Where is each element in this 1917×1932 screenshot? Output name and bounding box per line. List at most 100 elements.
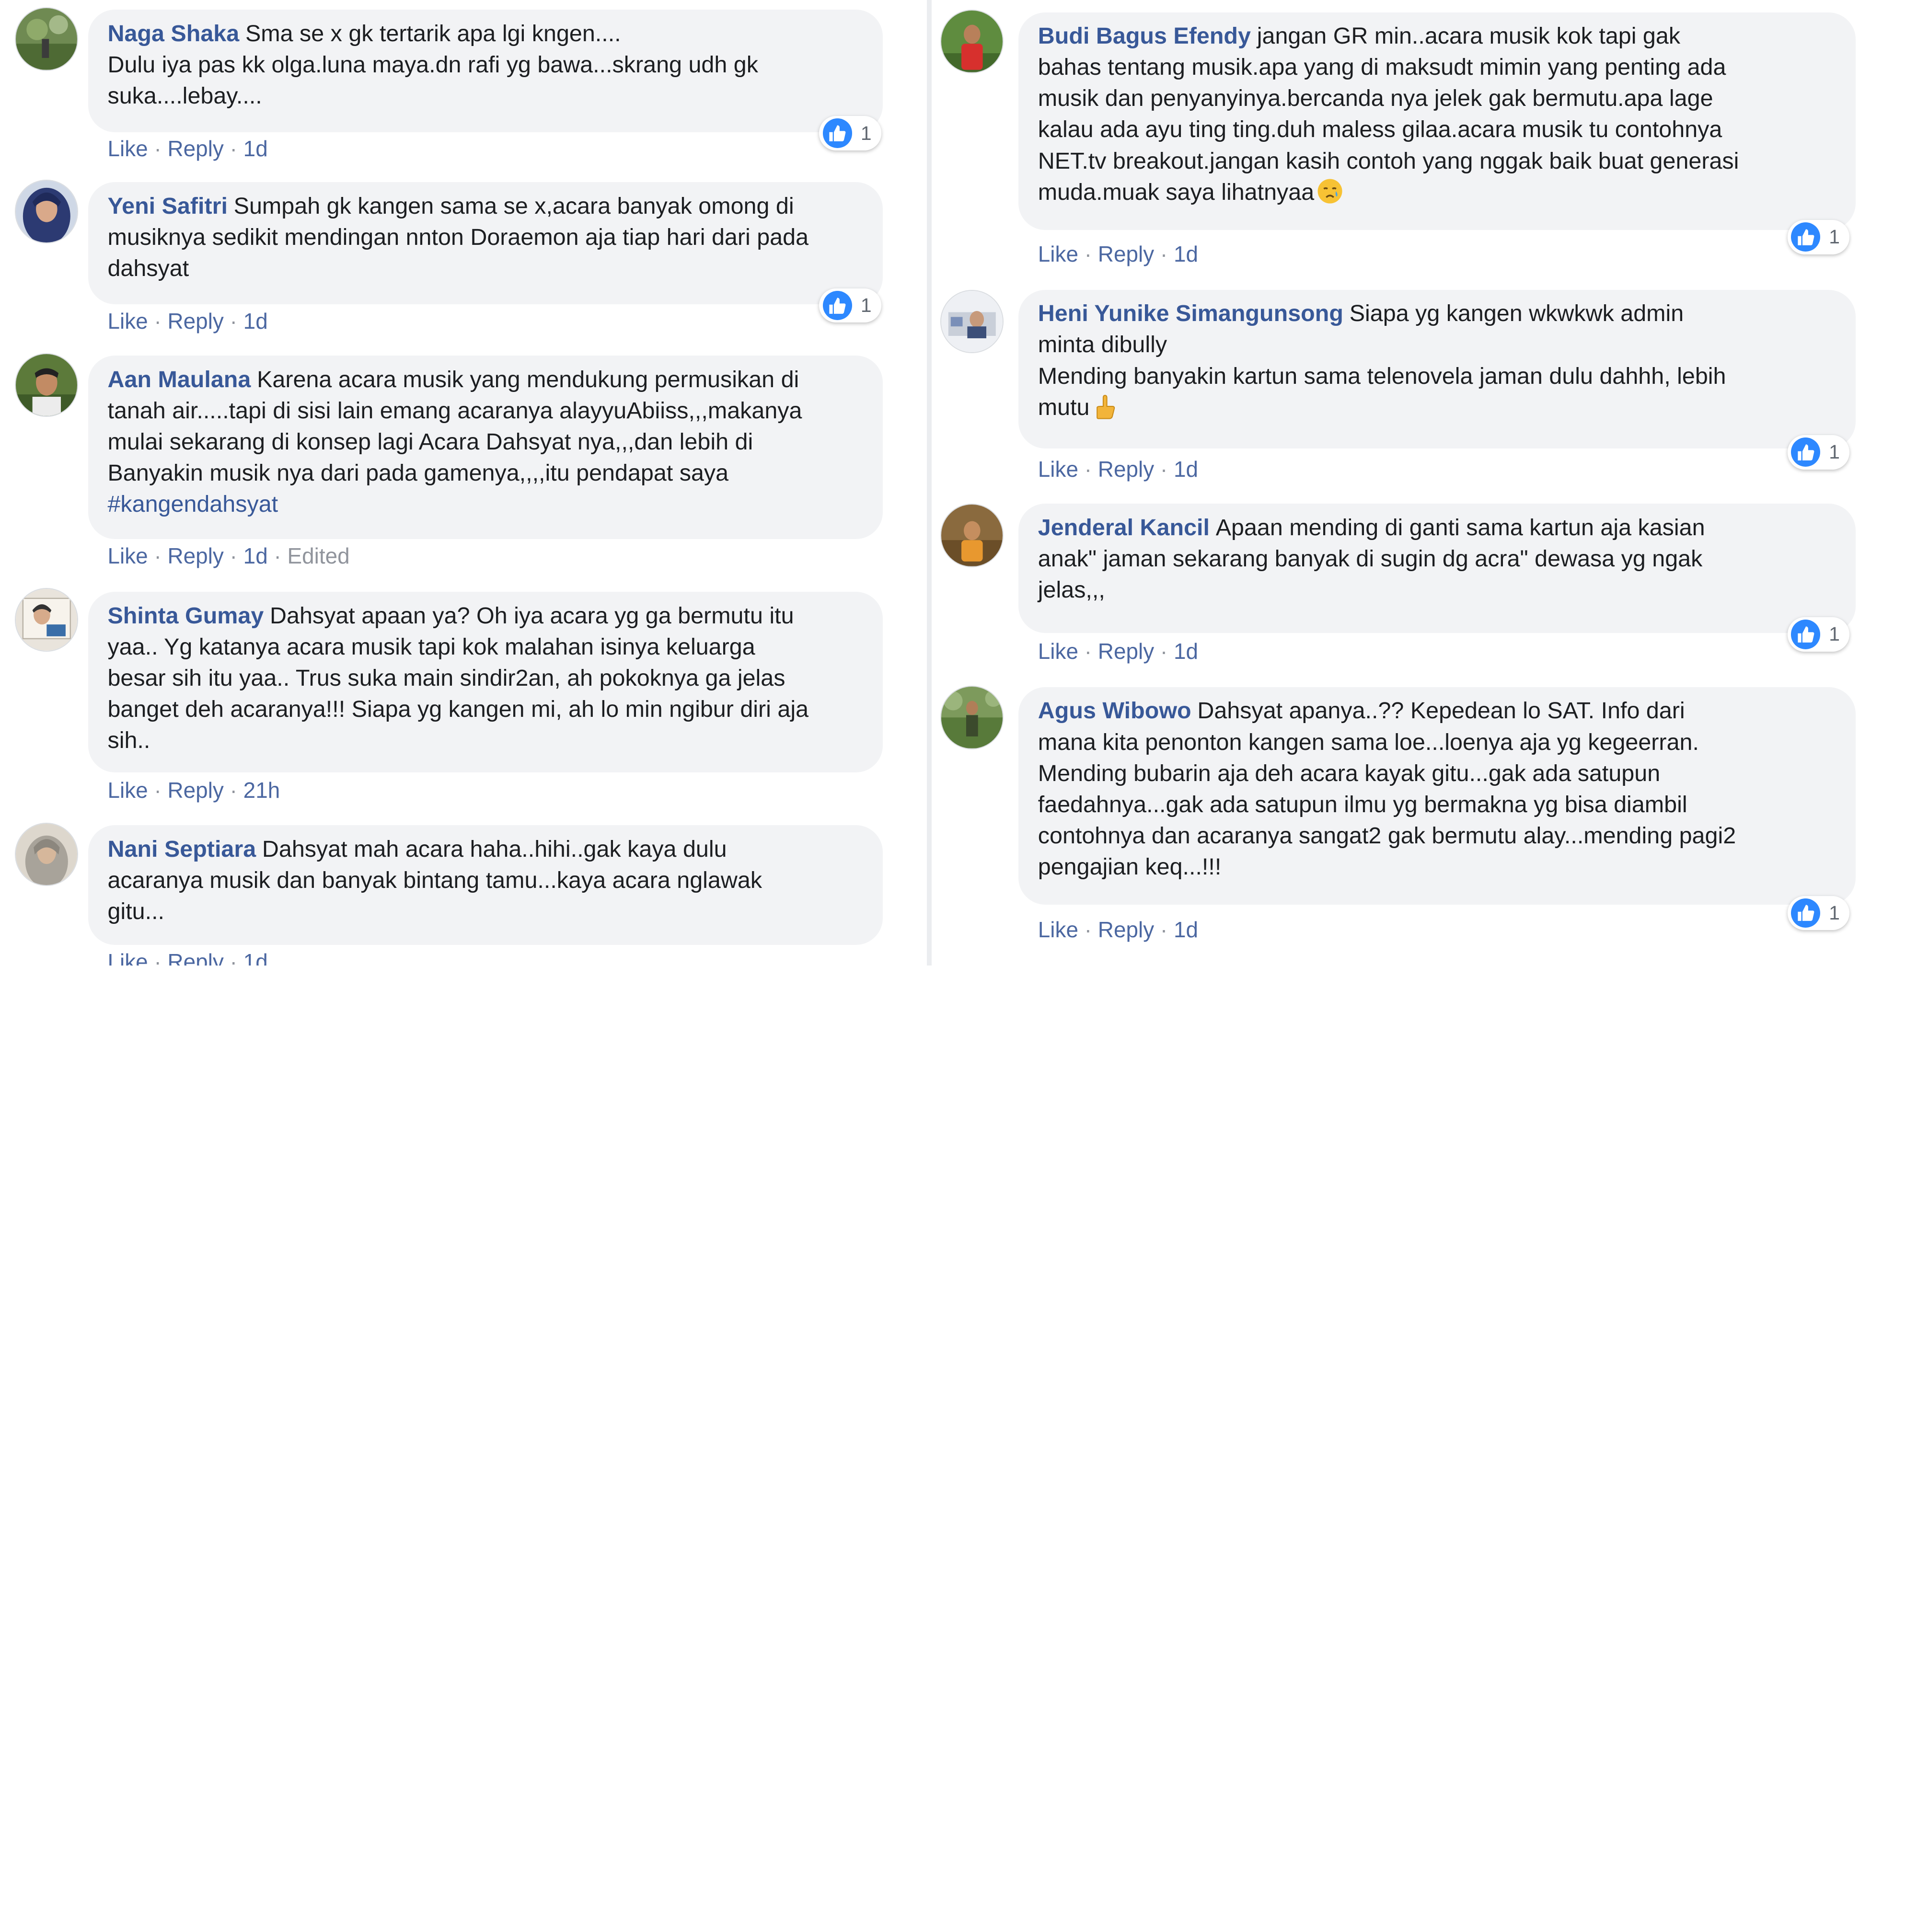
- comment-text-line: mulai sekarang di konsep lagi Acara Dahs…: [107, 429, 753, 455]
- comment-text-line: dahsyat: [107, 255, 189, 282]
- reply-link[interactable]: Reply: [168, 136, 224, 161]
- timestamp[interactable]: 21h: [243, 778, 280, 803]
- like-link[interactable]: Like: [1038, 917, 1078, 942]
- avatar-photo-icon: [941, 290, 1003, 353]
- comment-text-line: yaa.. Yg katanya acara musik tapi kok ma…: [107, 633, 755, 660]
- reply-link[interactable]: Reply: [1098, 639, 1154, 664]
- timestamp[interactable]: 1d: [1174, 457, 1198, 482]
- comment-author[interactable]: Jenderal Kancil: [1038, 515, 1210, 540]
- edited-label[interactable]: Edited: [288, 543, 350, 568]
- comment-author[interactable]: Yeni Safitri: [107, 193, 227, 219]
- avatar-photo-icon: [15, 180, 78, 242]
- thumbs-up-icon: [1791, 898, 1821, 928]
- comment-text-line: Siapa yg kangen wkwkwk admin: [1349, 300, 1684, 327]
- timestamp[interactable]: 1d: [1174, 917, 1198, 942]
- comment-text-line: musiknya sedikit mendingan nnton Doraemo…: [107, 224, 809, 250]
- comment-actions: Like · Reply · 1d: [107, 949, 267, 966]
- comment-text-line: muda.muak saya lihatnyaa: [1038, 179, 1315, 205]
- avatar[interactable]: [14, 353, 79, 417]
- comment-text-line: besar sih itu yaa.. Trus suka main sindi…: [107, 665, 785, 691]
- reply-link[interactable]: Reply: [1098, 917, 1154, 942]
- comment-item: Jenderal Kancil Apaan mending di ganti sa…: [932, 494, 1917, 675]
- comment-bubble: Nani Septiara Dahsyat mah acara haha..hih…: [88, 825, 883, 945]
- comment-author[interactable]: Naga Shaka: [107, 21, 239, 46]
- pointing-hand-icon: [1092, 393, 1119, 420]
- avatar-photo-icon: [15, 8, 78, 70]
- reaction-count[interactable]: 1: [1787, 220, 1850, 254]
- comment-author[interactable]: Nani Septiara: [107, 836, 256, 862]
- avatar[interactable]: [940, 289, 1004, 354]
- comment-author[interactable]: Agus Wibowo: [1038, 698, 1191, 724]
- comment-item: Shinta Gumay Dahsyat apaan ya? Oh iya aca…: [0, 579, 927, 812]
- comment-text-line: Karena acara musik yang mendukung permus…: [257, 367, 799, 393]
- comment-item: Aan Maulana Karena acara musik yang mendu…: [0, 345, 927, 577]
- thumbs-up-icon: [822, 118, 853, 148]
- avatar[interactable]: [14, 588, 79, 652]
- crying-face-icon: [1316, 178, 1343, 205]
- timestamp[interactable]: 1d: [1174, 639, 1198, 664]
- comment-text-line: Sma se x gk tertarik apa lgi kngen....: [245, 21, 621, 47]
- thumbs-up-icon: [1791, 222, 1821, 252]
- like-link[interactable]: Like: [1038, 242, 1078, 266]
- comment-bubble: Aan Maulana Karena acara musik yang mendu…: [88, 356, 883, 539]
- comment-author[interactable]: Budi Bagus Efendy: [1038, 23, 1251, 49]
- reply-link[interactable]: Reply: [168, 949, 224, 966]
- avatar-photo-icon: [15, 589, 78, 651]
- comment-text-line: kalau ada ayu ting ting.duh maless gilaa…: [1038, 116, 1722, 143]
- left-comments-panel: Naga Shaka Sma se x gk tertarik apa lgi k…: [0, 0, 932, 966]
- comment-author[interactable]: Aan Maulana: [107, 367, 251, 392]
- comment-actions: Like · Reply · 1d: [1038, 456, 1199, 482]
- comment-text-line: Apaan mending di ganti sama kartun aja k…: [1215, 514, 1705, 540]
- comment-text-line: faedahnya...gak ada satupun ilmu yg berm…: [1038, 791, 1687, 817]
- comment-text-line: musik dan penyanyinya.bercanda nya jelek…: [1038, 85, 1713, 112]
- avatar[interactable]: [940, 686, 1004, 749]
- like-link[interactable]: Like: [107, 543, 148, 568]
- avatar[interactable]: [14, 179, 79, 243]
- reply-link[interactable]: Reply: [1098, 457, 1154, 482]
- avatar[interactable]: [940, 504, 1004, 567]
- comment-author[interactable]: Heni Yunike Simangunsong: [1038, 300, 1343, 326]
- comment-actions: Like · Reply · 1d: [1038, 241, 1199, 266]
- timestamp[interactable]: 1d: [243, 136, 268, 161]
- comment-text-line: Dahsyat apanya..?? Kepedean lo SAT. Info…: [1197, 698, 1685, 724]
- reply-link[interactable]: Reply: [168, 309, 224, 334]
- comment-author[interactable]: Shinta Gumay: [107, 603, 264, 629]
- comment-actions: Like · Reply · 1d: [1038, 638, 1199, 664]
- avatar[interactable]: [14, 822, 79, 886]
- comment-item: Budi Bagus Efendy jangan GR min..acara mu…: [932, 0, 1917, 279]
- reaction-count[interactable]: 1: [819, 116, 881, 150]
- comment-text-line: mutu: [1038, 394, 1090, 420]
- reaction-count[interactable]: 1: [1787, 896, 1850, 931]
- reply-link[interactable]: Reply: [168, 543, 224, 568]
- comment-text-line: Sumpah gk kangen sama se x,acara banyak …: [233, 193, 794, 219]
- comment-text-line: sih..: [107, 727, 150, 753]
- comment-text-line: Banyakin musik nya dari pada gamenya,,,,…: [107, 460, 729, 486]
- comment-actions: Like · Reply · 1d: [1038, 917, 1199, 943]
- avatar[interactable]: [14, 7, 79, 71]
- like-link[interactable]: Like: [107, 778, 148, 803]
- avatar[interactable]: [940, 10, 1004, 74]
- reaction-number: 1: [860, 122, 872, 144]
- reaction-number: 1: [1829, 226, 1840, 248]
- like-link[interactable]: Like: [107, 136, 148, 161]
- avatar-photo-icon: [941, 505, 1003, 566]
- avatar-photo-icon: [15, 354, 78, 416]
- reaction-count[interactable]: 1: [819, 288, 881, 323]
- reaction-count[interactable]: 1: [1787, 617, 1850, 652]
- comment-bubble: Budi Bagus Efendy jangan GR min..acara mu…: [1018, 12, 1856, 230]
- comment-actions: Like · Reply · 1d: [107, 308, 268, 334]
- timestamp[interactable]: 1d: [243, 543, 268, 568]
- comment-text-line: suka....lebay....: [107, 83, 262, 109]
- hashtag-link[interactable]: #kangendahsyat: [107, 489, 863, 520]
- like-link[interactable]: Like: [1038, 457, 1078, 482]
- reaction-count[interactable]: 1: [1787, 435, 1850, 470]
- timestamp[interactable]: 1d: [1174, 242, 1198, 266]
- timestamp[interactable]: 1d: [243, 309, 268, 334]
- timestamp[interactable]: 1d: [243, 949, 268, 966]
- like-link[interactable]: Like: [107, 309, 148, 334]
- reply-link[interactable]: Reply: [168, 778, 224, 803]
- like-link[interactable]: Like: [107, 949, 148, 966]
- comment-text-line: mana kita penonton kangen sama loe...loe…: [1038, 729, 1699, 755]
- reply-link[interactable]: Reply: [1098, 242, 1154, 266]
- like-link[interactable]: Like: [1038, 639, 1078, 664]
